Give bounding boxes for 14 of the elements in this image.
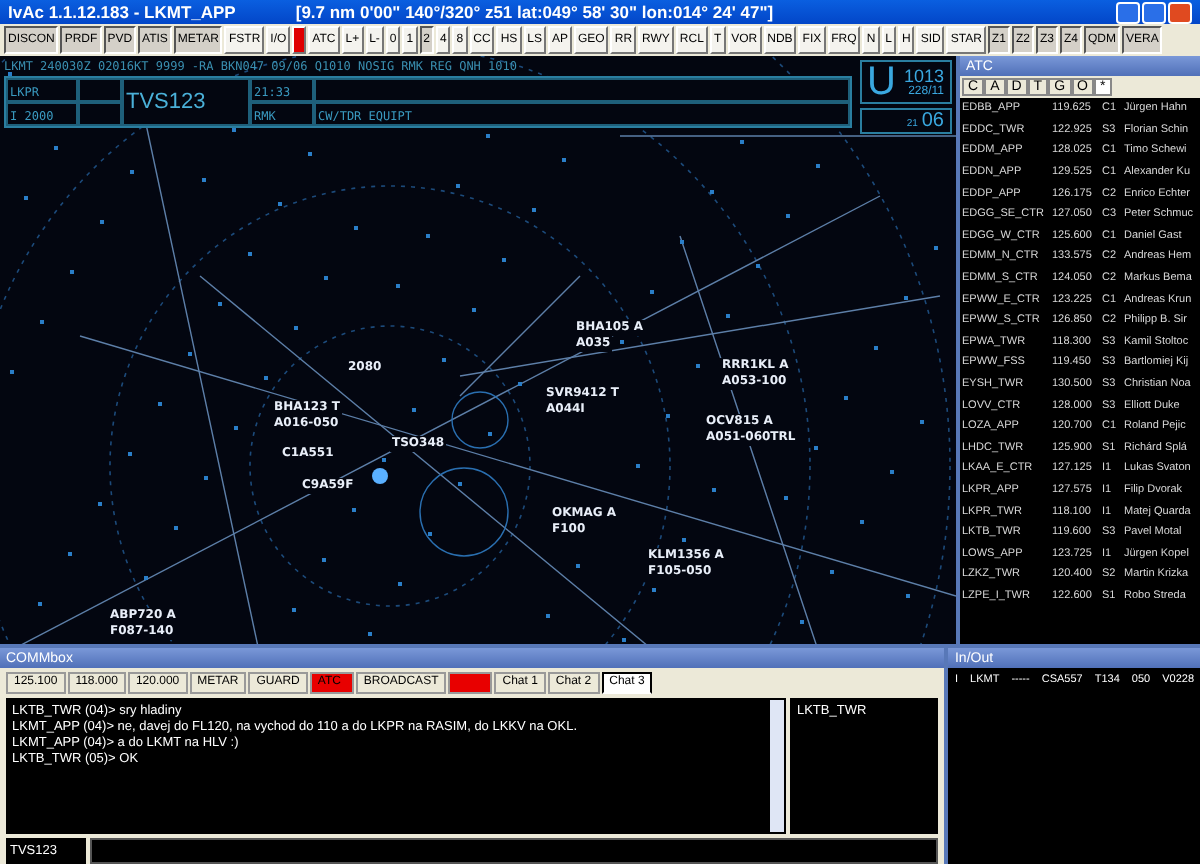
scrollbar[interactable] — [770, 700, 785, 832]
cursor-readout: [9.7 nm 0'00" 140°/320° z51 lat:049° 58' 30" lon:014° 24' 47"] — [295, 2, 774, 22]
clock-minute: 06 — [921, 110, 944, 132]
strip-callsign: TVS123 — [122, 78, 250, 126]
window-title: IvAc 1.1.12.183 - LKMT_APP — [8, 2, 236, 22]
qnh-value: 1013 — [903, 66, 944, 86]
strip-cell — [78, 102, 122, 126]
pressure-letter: U — [867, 59, 896, 105]
maximize-button[interactable] — [1142, 1, 1166, 23]
strip-cell — [78, 78, 122, 102]
minimize-button[interactable] — [1116, 1, 1140, 23]
alert-button[interactable] — [292, 26, 307, 54]
close-button[interactable] — [1168, 1, 1192, 23]
message-input[interactable] — [90, 838, 939, 864]
